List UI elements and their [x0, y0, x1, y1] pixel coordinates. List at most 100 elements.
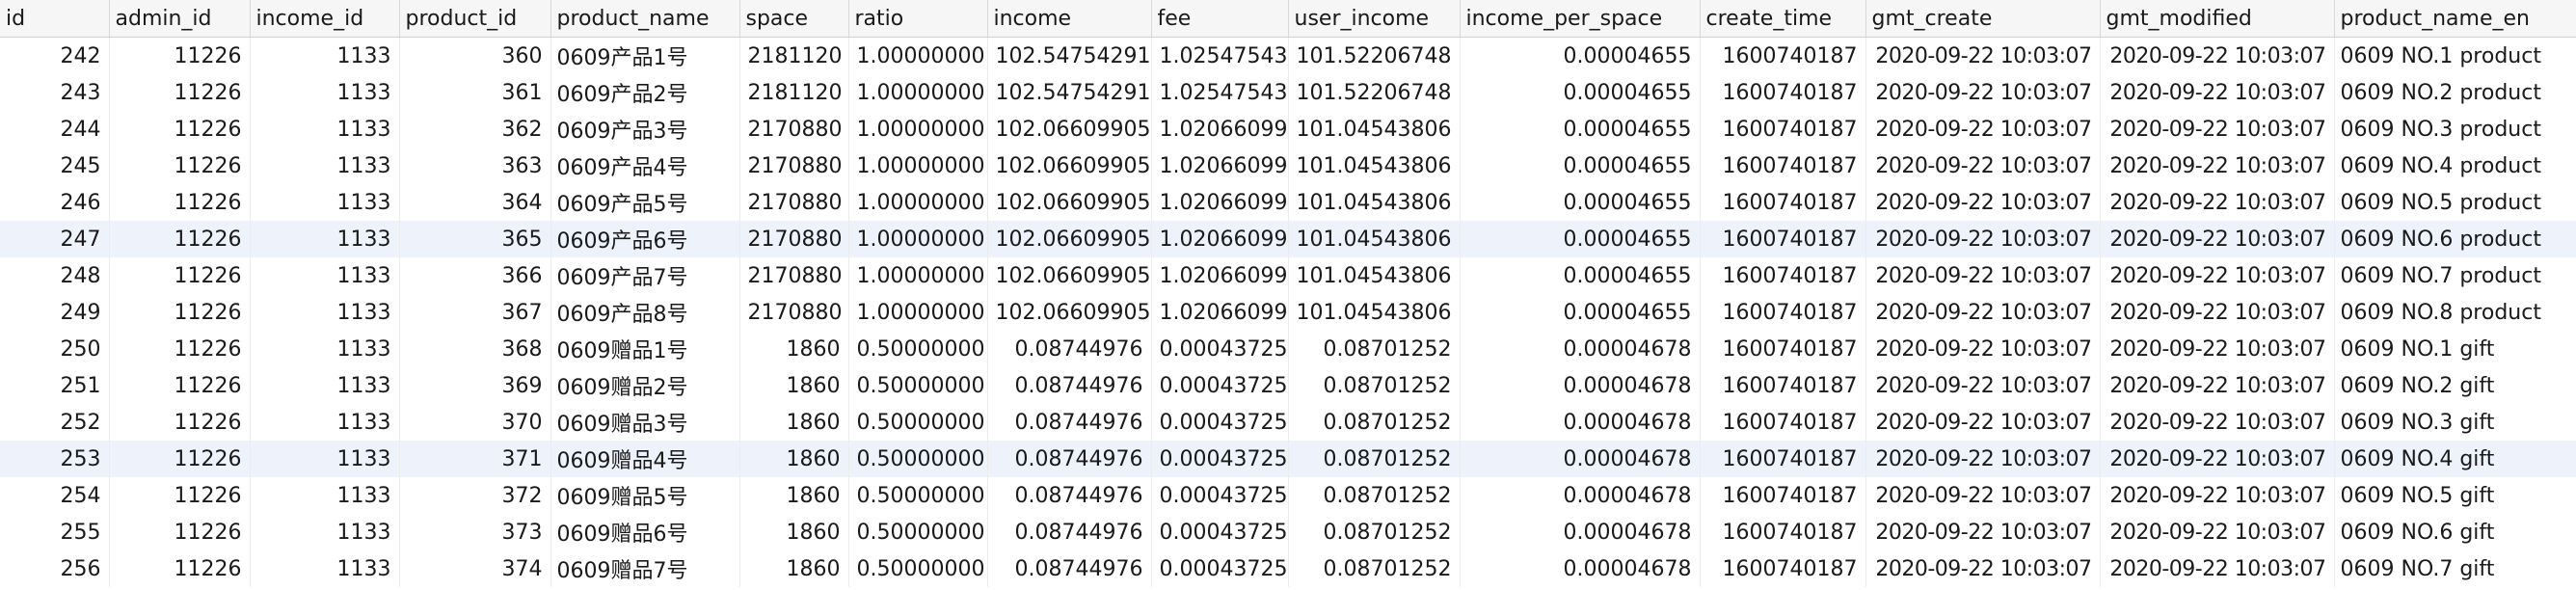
cell-product-id[interactable]: 372 — [399, 477, 551, 514]
cell-id[interactable]: 249 — [0, 294, 110, 331]
cell-product-id[interactable]: 374 — [399, 550, 551, 587]
cell-admin-id[interactable]: 11226 — [109, 184, 251, 221]
cell-id[interactable]: 245 — [0, 148, 110, 184]
cell-product-name-en[interactable]: 0609 NO.8 product — [2334, 294, 2576, 331]
cell-gmt-create[interactable]: 2020-09-22 10:03:07 — [1865, 221, 2101, 257]
cell-gmt-create[interactable]: 2020-09-22 10:03:07 — [1865, 184, 2101, 221]
cell-id[interactable]: 256 — [0, 550, 110, 587]
cell-id[interactable]: 248 — [0, 257, 110, 294]
cell-user-income[interactable]: 101.52206748 — [1288, 74, 1461, 111]
cell-id[interactable]: 243 — [0, 74, 110, 111]
cell-product-name-en[interactable]: 0609 NO.4 product — [2334, 148, 2576, 184]
cell-fee[interactable]: 0.00043725 — [1151, 441, 1289, 477]
cell-ratio[interactable]: 1.00000000 — [848, 294, 988, 331]
cell-income[interactable]: 102.06609905 — [987, 221, 1152, 257]
cell-income-per-space[interactable]: 0.00004678 — [1460, 331, 1701, 367]
table-row[interactable]: 246 11226 1133 364 0609产品5号 2170880 1.00000000… — [0, 184, 2576, 221]
cell-gmt-modified[interactable]: 2020-09-22 10:03:07 — [2100, 367, 2335, 404]
cell-gmt-create[interactable]: 2020-09-22 10:03:07 — [1865, 37, 2101, 74]
table-row[interactable]: 256 11226 1133 374 0609赠品7号 1860 0.50000000 0.0… — [0, 550, 2576, 587]
table-row[interactable]: 250 11226 1133 368 0609赠品1号 1860 0.50000000 0.0… — [0, 331, 2576, 367]
cell-gmt-create[interactable]: 2020-09-22 10:03:07 — [1865, 257, 2101, 294]
cell-fee[interactable]: 0.00043725 — [1151, 477, 1289, 514]
cell-user-income[interactable]: 101.04543806 — [1288, 184, 1461, 221]
cell-create-time[interactable]: 1600740187 — [1700, 111, 1866, 148]
cell-ratio[interactable]: 1.00000000 — [848, 148, 988, 184]
cell-product-name-en[interactable]: 0609 NO.1 product — [2334, 37, 2576, 74]
cell-space[interactable]: 2170880 — [739, 148, 849, 184]
cell-create-time[interactable]: 1600740187 — [1700, 74, 1866, 111]
cell-product-id[interactable]: 368 — [399, 331, 551, 367]
cell-create-time[interactable]: 1600740187 — [1700, 441, 1866, 477]
cell-income[interactable]: 0.08744976 — [987, 367, 1152, 404]
cell-product-id[interactable]: 363 — [399, 148, 551, 184]
cell-income-id[interactable]: 1133 — [250, 184, 400, 221]
cell-admin-id[interactable]: 11226 — [109, 148, 251, 184]
table-row[interactable]: 244 11226 1133 362 0609产品3号 2170880 1.00000000… — [0, 111, 2576, 148]
cell-income-id[interactable]: 1133 — [250, 441, 400, 477]
cell-income[interactable]: 102.06609905 — [987, 257, 1152, 294]
cell-gmt-modified[interactable]: 2020-09-22 10:03:07 — [2100, 514, 2335, 550]
cell-income-id[interactable]: 1133 — [250, 367, 400, 404]
cell-product-id[interactable]: 365 — [399, 221, 551, 257]
cell-user-income[interactable]: 0.08701252 — [1288, 514, 1461, 550]
cell-gmt-modified[interactable]: 2020-09-22 10:03:07 — [2100, 148, 2335, 184]
table-row[interactable]: 242 11226 1133 360 0609产品1号 2181120 1.00000000… — [0, 37, 2576, 74]
cell-space[interactable]: 1860 — [739, 331, 849, 367]
column-header-product-name-en[interactable]: product_name_en — [2334, 0, 2576, 38]
cell-income[interactable]: 0.08744976 — [987, 550, 1152, 587]
cell-ratio[interactable]: 0.50000000 — [848, 550, 988, 587]
cell-product-name-en[interactable]: 0609 NO.2 product — [2334, 74, 2576, 111]
cell-product-id[interactable]: 364 — [399, 184, 551, 221]
cell-income-id[interactable]: 1133 — [250, 74, 400, 111]
cell-product-name[interactable]: 0609产品8号 — [550, 294, 740, 331]
cell-income-id[interactable]: 1133 — [250, 514, 400, 550]
cell-space[interactable]: 2170880 — [739, 111, 849, 148]
cell-create-time[interactable]: 1600740187 — [1700, 514, 1866, 550]
cell-create-time[interactable]: 1600740187 — [1700, 294, 1866, 331]
cell-income-id[interactable]: 1133 — [250, 404, 400, 441]
cell-create-time[interactable]: 1600740187 — [1700, 257, 1866, 294]
cell-gmt-create[interactable]: 2020-09-22 10:03:07 — [1865, 550, 2101, 587]
cell-income-per-space[interactable]: 0.00004655 — [1460, 184, 1701, 221]
cell-gmt-modified[interactable]: 2020-09-22 10:03:07 — [2100, 441, 2335, 477]
cell-income[interactable]: 0.08744976 — [987, 404, 1152, 441]
cell-admin-id[interactable]: 11226 — [109, 294, 251, 331]
cell-gmt-create[interactable]: 2020-09-22 10:03:07 — [1865, 331, 2101, 367]
cell-product-name-en[interactable]: 0609 NO.3 product — [2334, 111, 2576, 148]
column-header-create-time[interactable]: create_time — [1700, 0, 1866, 38]
cell-gmt-modified[interactable]: 2020-09-22 10:03:07 — [2100, 111, 2335, 148]
cell-product-name-en[interactable]: 0609 NO.6 gift — [2334, 514, 2576, 550]
cell-income-id[interactable]: 1133 — [250, 37, 400, 74]
cell-product-name[interactable]: 0609赠品5号 — [550, 477, 740, 514]
column-header-admin-id[interactable]: admin_id — [109, 0, 251, 38]
column-header-user-income[interactable]: user_income — [1288, 0, 1461, 38]
column-header-ratio[interactable]: ratio — [848, 0, 988, 38]
cell-id[interactable]: 244 — [0, 111, 110, 148]
cell-id[interactable]: 246 — [0, 184, 110, 221]
cell-fee[interactable]: 1.02547543 — [1151, 37, 1289, 74]
cell-space[interactable]: 1860 — [739, 441, 849, 477]
cell-space[interactable]: 1860 — [739, 514, 849, 550]
cell-fee[interactable]: 0.00043725 — [1151, 367, 1289, 404]
cell-product-name[interactable]: 0609赠品3号 — [550, 404, 740, 441]
cell-create-time[interactable]: 1600740187 — [1700, 37, 1866, 74]
cell-create-time[interactable]: 1600740187 — [1700, 550, 1866, 587]
cell-fee[interactable]: 1.02066099 — [1151, 184, 1289, 221]
cell-income[interactable]: 102.06609905 — [987, 111, 1152, 148]
table-row[interactable]: 245 11226 1133 363 0609产品4号 2170880 1.00000000… — [0, 148, 2576, 184]
cell-ratio[interactable]: 1.00000000 — [848, 257, 988, 294]
cell-ratio[interactable]: 1.00000000 — [848, 74, 988, 111]
cell-income-per-space[interactable]: 0.00004655 — [1460, 221, 1701, 257]
cell-product-name[interactable]: 0609产品5号 — [550, 184, 740, 221]
cell-product-name[interactable]: 0609产品3号 — [550, 111, 740, 148]
cell-id[interactable]: 254 — [0, 477, 110, 514]
cell-fee[interactable]: 0.00043725 — [1151, 550, 1289, 587]
cell-user-income[interactable]: 101.04543806 — [1288, 148, 1461, 184]
column-header-product-name[interactable]: product_name — [550, 0, 740, 38]
cell-ratio[interactable]: 1.00000000 — [848, 111, 988, 148]
cell-product-name-en[interactable]: 0609 NO.5 gift — [2334, 477, 2576, 514]
cell-gmt-create[interactable]: 2020-09-22 10:03:07 — [1865, 74, 2101, 111]
cell-product-name[interactable]: 0609赠品6号 — [550, 514, 740, 550]
cell-user-income[interactable]: 101.52206748 — [1288, 37, 1461, 74]
